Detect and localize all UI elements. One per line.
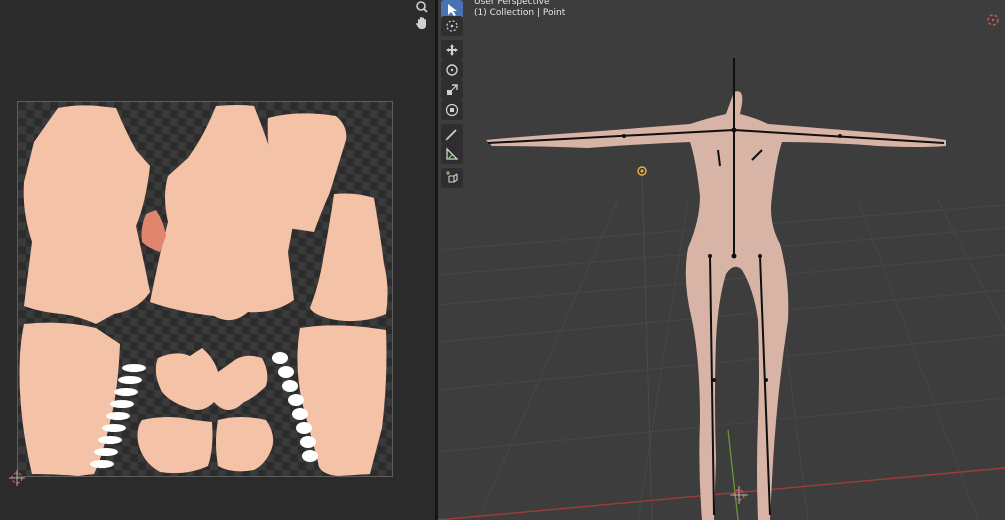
viewport-header-info: User Perspective (1) Collection | Point [474,0,565,19]
3d-viewport[interactable]: User Perspective (1) Collection | Point [438,0,1005,520]
measure-tool[interactable] [441,144,463,164]
hand-icon[interactable] [414,15,430,31]
rotate-tool[interactable] [441,60,463,80]
zoom-icon[interactable] [414,0,430,16]
uv-editor-panel[interactable] [0,0,435,520]
rotate-icon [446,64,458,76]
transform-tool[interactable] [441,100,463,120]
cursor-tool[interactable] [441,16,463,36]
collection-info: (1) Collection | Point [474,8,566,18]
add-cube-icon [446,171,458,183]
3d-cursor-icon [446,20,458,32]
3d-cursor-gizmo-icon[interactable] [985,12,1001,28]
character-mesh [486,91,946,520]
add-cube-tool[interactable] [441,168,463,188]
2d-cursor-icon[interactable] [9,470,25,486]
scale-tool[interactable] [441,80,463,100]
annotate-icon [445,129,457,141]
viewport-scene [438,58,1005,520]
transform-icon [445,103,459,117]
move-tool[interactable] [441,40,463,60]
select-box-icon [448,4,457,16]
scale-icon [447,84,458,95]
uv-texture-canvas[interactable] [17,101,393,477]
move-icon [446,44,458,56]
3d-cursor-marker [730,486,748,504]
measure-icon [446,147,459,160]
view-name: User Perspective [474,0,550,7]
annotate-tool[interactable] [441,124,463,144]
